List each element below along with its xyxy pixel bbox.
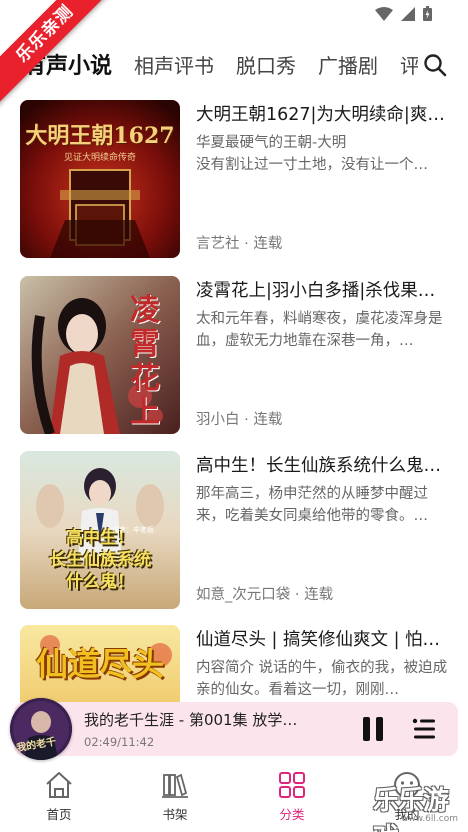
book-description: 那年高三，杨申茫然的从睡梦中醒过来，吃着美女同桌给他带的零食。… (196, 486, 428, 524)
pause-icon[interactable] (360, 716, 386, 742)
cover-title: 仙道尽头 (35, 645, 164, 683)
mini-player[interactable]: 我的老千 我的老千生涯 - 第001集 放学… 02:49/11:42 (10, 698, 458, 760)
player-time: 02:49/11:42 (84, 735, 155, 749)
playlist-icon[interactable] (412, 717, 436, 741)
wifi-icon (375, 6, 393, 21)
signal-icon (401, 6, 415, 21)
book-info: 高中生！长生仙族系统什么鬼… 那年高三，杨申茫然的从睡梦中醒过来，吃着美女同桌给… (196, 451, 448, 609)
book-item[interactable]: 凌霄花上 凌霄花上|羽小白多播|杀伐果… 太和元年春，料峭寒夜，虞花凌浑身是血，… (20, 276, 448, 434)
tab-more[interactable]: 评 (400, 50, 418, 79)
battery-icon (423, 6, 432, 21)
nav-category[interactable]: 分类 (257, 770, 327, 826)
player-title: 我的老千生涯 - 第001集 放学… (84, 711, 298, 729)
nav-bookshelf-label: 书架 (162, 807, 188, 822)
nav-category-label: 分类 (279, 807, 305, 822)
book-description: 太和元年春，料峭寒夜，虞花凌浑身是血，虚软无力地靠在深巷一角，… (196, 311, 443, 349)
tab-talk-show[interactable]: 脱口秀 (236, 50, 296, 79)
book-cover[interactable]: 高中生！ 长生仙族系统 什么鬼！ 作者：辛老板 (20, 451, 180, 609)
tab-radio-drama[interactable]: 广播剧 (318, 50, 378, 79)
book-info: 大明王朝1627|为大明续命|爽… 华夏最硬气的王朝-大明 没有割让过一寸土地，… (196, 100, 448, 258)
book-title: 仙道尽头 | 搞笑修仙爽文 | 怕… (196, 630, 441, 650)
book-meta: 如意_次元口袋 · 连载 (196, 587, 334, 603)
book-meta: 羽小白 · 连载 (196, 412, 283, 428)
book-cover[interactable]: 仙道尽头 (20, 625, 180, 705)
category-icon (279, 772, 305, 798)
book-title: 大明王朝1627|为大明续命|爽… (196, 105, 445, 125)
book-info: 凌霄花上|羽小白多播|杀伐果… 太和元年春，料峭寒夜，虞花凌浑身是血，虚软无力地… (196, 276, 448, 434)
cover-line-2: 长生仙族系统 (49, 550, 151, 570)
book-description: 内容简介 说话的牛，偷衣的我，被迫成亲的仙女。看着这一切，刚刚… (196, 660, 448, 698)
watermark-url: www.6ll.com (401, 814, 458, 824)
cover-author: 作者：辛老板 (112, 526, 154, 534)
tab-crosstalk[interactable]: 相声评书 (134, 50, 214, 79)
cover-title: 凌霄花上 (130, 293, 160, 430)
book-meta: 言艺社 · 连载 (196, 236, 283, 252)
book-cover[interactable]: 凌霄花上 (20, 276, 180, 434)
book-item[interactable]: 大明王朝1627 见证大明续命传奇 大明王朝1627|为大明续命|爽… 华夏最硬… (20, 100, 448, 258)
book-cover[interactable]: 大明王朝1627 见证大明续命传奇 (20, 100, 180, 258)
bookshelf-icon (162, 773, 188, 798)
home-icon (46, 772, 72, 798)
book-info: 仙道尽头 | 搞笑修仙爽文 | 怕… 内容简介 说话的牛，偷衣的我，被迫成亲的仙… (196, 625, 448, 705)
watermark-logo: 乐乐游戏 www.6ll.com (373, 770, 468, 832)
nav-home[interactable]: 首页 (24, 770, 94, 826)
book-title: 凌霄花上|羽小白多播|杀伐果… (196, 281, 436, 301)
nav-home-label: 首页 (46, 807, 72, 822)
book-title: 高中生！长生仙族系统什么鬼… (196, 456, 441, 476)
cover-subtitle: 见证大明续命传奇 (63, 153, 136, 163)
book-item[interactable]: 高中生！ 长生仙族系统 什么鬼！ 作者：辛老板 高中生！长生仙族系统什么鬼… 那… (20, 451, 448, 609)
cover-title: 大明王朝1627 (25, 123, 175, 149)
search-icon[interactable] (422, 52, 448, 78)
book-item[interactable]: 仙道尽头 仙道尽头 | 搞笑修仙爽文 | 怕… 内容简介 说话的牛，偷衣的我，被… (20, 625, 448, 705)
book-description: 华夏最硬气的王朝-大明 没有割让过一寸土地，没有让一个… (196, 135, 428, 173)
watermark-text: 乐乐游戏 (373, 786, 449, 832)
nav-bookshelf[interactable]: 书架 (140, 770, 210, 826)
player-cover[interactable]: 我的老千 (10, 698, 72, 760)
cover-line-3: 什么鬼！ (66, 572, 134, 592)
category-tabs: 有声小说 相声评书 脱口秀 广播剧 评 (0, 42, 468, 86)
status-icons (375, 6, 432, 21)
